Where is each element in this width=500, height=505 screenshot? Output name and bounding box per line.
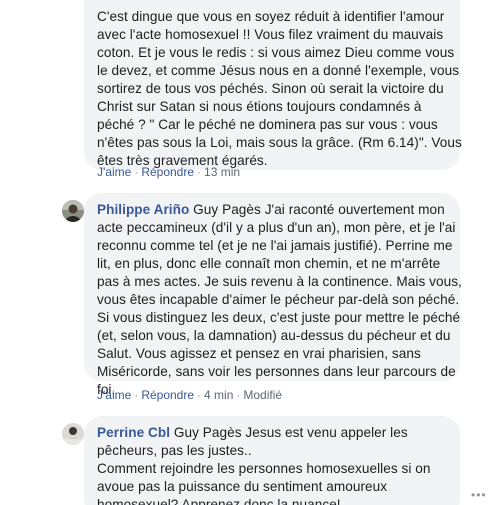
comment-first-line: Philippe Ariño Guy Pagès J'ai raconté ou… [97,201,460,219]
avatar[interactable] [62,423,84,445]
comment-text-line: (et, selon vous, la damnation) au-dessus… [97,328,451,343]
comment-text-line: reconnu comme tel (et je ne l'ai jamais … [97,238,453,253]
like-link[interactable]: J'aime [97,388,131,402]
comment-text-line: homosexuel? Apprenez donc la nuance! [97,497,341,505]
comment-text-line: Si vous distinguez les deux, c'est juste… [97,310,461,325]
comment-text-line: avoue pas la puissance du sentiment amou… [97,479,388,494]
avatar[interactable] [62,200,84,222]
comment-text-line: acte peccamineux (d'il y a plus d'un an)… [97,220,456,235]
comment-text-line: Comment rejoindre les personnes homosexu… [97,461,431,476]
comment-text-line: n'êtes pas sous la Loi, mais sous la grâ… [97,135,462,150]
separator: · [197,165,202,179]
comment-text-line: Guy Pagès Jesus est venu appeler les [170,425,408,440]
comment-1: C'est dingue que vous en soyez réduit à … [0,0,500,180]
author-name[interactable]: Philippe Ariño [97,202,189,217]
comment-text-line: Miséricorde, sans voir les personnes dan… [97,364,456,379]
like-link[interactable]: J'aime [97,165,131,179]
comment-actions: J'aime · Répondre · 4 min · Modifié [97,388,282,402]
comment-text-line: lit, en plus, donc elle connaît mon chem… [97,256,441,271]
separator: · [197,388,202,402]
comment-thread: C'est dingue que vous en soyez réduit à … [0,0,500,505]
comment-text-line: pêcheurs, pas les justes.. [97,443,252,458]
edited-label[interactable]: Modifié [243,388,282,402]
timestamp[interactable]: 13 min [204,165,240,179]
author-name[interactable]: Perrine Cbl [97,425,170,440]
comment-bubble: Perrine Cbl Guy Pagès Jesus est venu app… [84,416,460,505]
separator: · [134,388,139,402]
comment-text-line: Salut. Vous agissez et pensez en vrai ph… [97,346,421,361]
separator: · [236,388,241,402]
comment-text-line: sortirez de tous vos péchés. Sinon où se… [97,81,444,96]
separator: · [134,165,139,179]
comment-text-line: C'est dingue que vous en soyez réduit à … [97,9,445,24]
comment-bubble: Philippe Ariño Guy Pagès J'ai raconté ou… [84,193,462,397]
comment-actions: J'aime · Répondre · 13 min [97,165,240,179]
comment-first-line: Perrine Cbl Guy Pagès Jesus est venu app… [97,424,460,442]
comment-text-line: Christ sur Satan si nous étions toujours… [97,99,422,114]
comment-bubble: C'est dingue que vous en soyez réduit à … [84,0,462,170]
comment-text-line: Guy Pagès J'ai raconté ouvertement mon [189,202,445,217]
comment-text-line: le devez, et comme Jésus nous en a donné… [97,63,460,78]
comment-text-line: avec l'acte homosexuel !! Vous filez vra… [97,27,444,42]
comment-text-line: coton. Et je vous le redis : si vous aim… [97,45,455,60]
reply-link[interactable]: Répondre [141,388,194,402]
timestamp[interactable]: 4 min [204,388,233,402]
reply-link[interactable]: Répondre [141,165,194,179]
avatar-photo-icon [62,200,84,222]
comment-text-line: vous êtes incapable d'aimer le pécheur p… [97,292,460,307]
comment-text-line: péché ? " Car le péché ne dominera pas s… [97,117,438,132]
comment-text-line: pas à mes actes. Je suis revenu à la con… [97,274,462,289]
avatar-photo-icon [62,423,84,445]
more-options-icon[interactable]: ••• [471,488,487,502]
